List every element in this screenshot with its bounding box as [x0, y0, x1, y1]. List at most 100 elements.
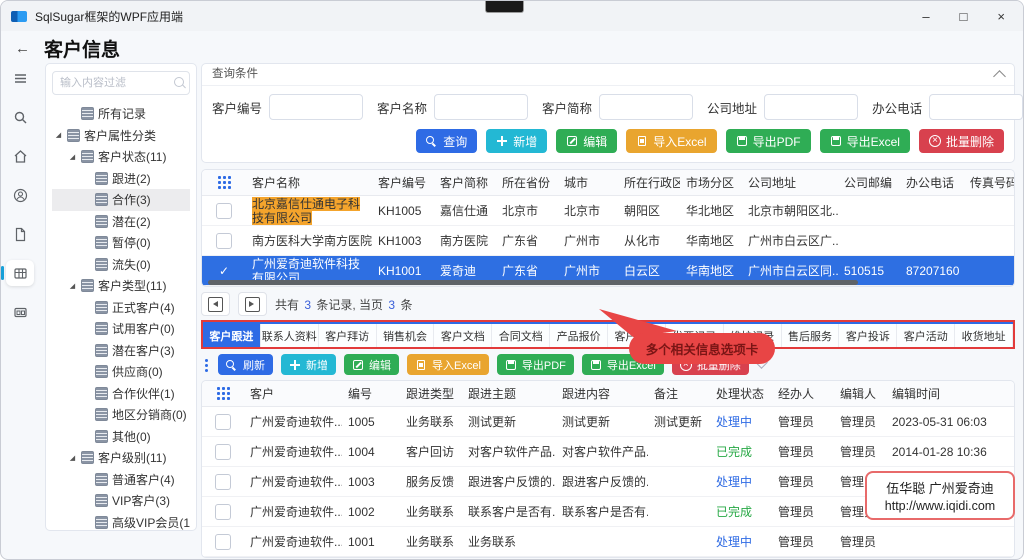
expander-open-icon[interactable]: ◢ — [68, 282, 77, 290]
table-row[interactable]: 广州爱奇迪软件... 1004 客户回访 对客户软件产品... 对客户软件产品... 已完… — [202, 437, 1014, 467]
column-header[interactable]: 所在行政区 — [618, 174, 680, 191]
horizontal-scrollbar[interactable] — [208, 280, 858, 285]
tree-filter-input[interactable] — [52, 71, 190, 95]
expander-open-icon[interactable]: ◢ — [68, 153, 77, 161]
column-header[interactable]: 城市 — [558, 174, 618, 191]
row-checkbox[interactable] — [216, 232, 232, 249]
back-arrow-icon[interactable]: ← — [15, 40, 30, 57]
tree-item[interactable]: 所有记录 — [52, 103, 190, 125]
column-header[interactable]: 办公电话 — [900, 174, 964, 191]
drag-dots-icon[interactable] — [205, 359, 208, 362]
account-icon[interactable] — [6, 182, 34, 208]
row-checkbox[interactable] — [215, 413, 231, 430]
field-input-3[interactable] — [599, 94, 694, 120]
column-header[interactable]: 备注 — [648, 385, 710, 402]
column-header[interactable]: 传真号码 — [964, 174, 1014, 191]
tree-item[interactable]: ◢ 客户状态(11) — [52, 146, 190, 168]
home-icon[interactable] — [6, 143, 34, 169]
search-button[interactable]: 查询 — [416, 129, 478, 153]
column-header[interactable]: 跟进类型 — [400, 385, 462, 402]
export-pdf-button[interactable]: 导出PDF — [496, 354, 574, 375]
expander-open-icon[interactable]: ◢ — [54, 131, 63, 139]
row-check-icon[interactable]: ✓ — [219, 264, 229, 278]
tab-6[interactable]: 合同文档 — [492, 324, 551, 347]
tree-item[interactable]: 潜在客户(3) — [52, 340, 190, 362]
tab-1[interactable]: 客户跟进 — [203, 324, 261, 347]
search-icon[interactable] — [6, 104, 34, 130]
table-row[interactable]: 北京嘉信仕通电子科技有限公司 KH1005 嘉信仕通 北京市 北京市 朝阳区 华北地区 北京市… — [202, 196, 1014, 226]
column-header[interactable]: 跟进主题 — [462, 385, 556, 402]
tree-item[interactable]: 高级VIP会员(1) — [52, 512, 190, 531]
column-header[interactable]: 客户名称 — [246, 174, 372, 191]
row-checkbox[interactable] — [215, 473, 231, 490]
column-header[interactable]: 处理状态 — [710, 385, 772, 402]
column-header[interactable]: 编辑人 — [834, 385, 886, 402]
tree-item[interactable]: 普通客户(4) — [52, 469, 190, 491]
row-checkbox[interactable] — [216, 202, 232, 219]
add-button[interactable]: 新增 — [486, 129, 548, 153]
tree-item[interactable]: 供应商(0) — [52, 361, 190, 383]
column-header[interactable]: 编辑时间 — [886, 385, 1006, 402]
column-header[interactable]: 经办人 — [772, 385, 834, 402]
tree-item[interactable]: 跟进(2) — [52, 168, 190, 190]
customers-module-icon[interactable] — [1, 260, 34, 286]
column-header[interactable]: 市场分区 — [680, 174, 742, 191]
tab-2[interactable]: 联系人资料 — [260, 324, 319, 347]
field-input-4[interactable] — [764, 94, 859, 120]
tab-5[interactable]: 客户文档 — [434, 324, 493, 347]
menu-hamburger-icon[interactable] — [6, 65, 34, 91]
tree-item[interactable]: ◢ 客户类型(11) — [52, 275, 190, 297]
field-input-5[interactable] — [929, 94, 1023, 120]
tree-item[interactable]: 潜在(2) — [52, 211, 190, 233]
tab-3[interactable]: 客户拜访 — [318, 324, 377, 347]
tab-13[interactable]: 客户活动 — [897, 324, 956, 347]
expander-open-icon[interactable]: ◢ — [68, 454, 77, 462]
table-row[interactable]: 广州爱奇迪软件... 1005 业务联系 测试更新 测试更新 测试更新 处理中 管理员 管理员 2… — [202, 407, 1014, 437]
first-page-button[interactable] — [201, 292, 230, 316]
maximize-button[interactable]: □ — [960, 9, 968, 24]
tree-item[interactable]: 合作(3) — [52, 189, 190, 211]
import-excel-button[interactable]: 导入Excel — [407, 354, 489, 375]
column-chooser[interactable] — [202, 176, 246, 189]
tree-item[interactable]: 正式客户(4) — [52, 297, 190, 319]
collapse-chevron-icon[interactable] — [993, 70, 1006, 83]
export-excel-button[interactable]: 导出Excel — [819, 129, 910, 153]
tree-item[interactable]: 暂停(0) — [52, 232, 190, 254]
column-header[interactable]: 客户简称 — [434, 174, 496, 191]
tree-item[interactable]: 其他(0) — [52, 426, 190, 448]
export-pdf-button[interactable]: 导出PDF — [725, 129, 811, 153]
tab-4[interactable]: 销售机会 — [376, 324, 435, 347]
column-header[interactable]: 所在省份 — [496, 174, 558, 191]
tree-item[interactable]: 流失(0) — [52, 254, 190, 276]
edit-button[interactable]: 编辑 — [344, 354, 399, 375]
column-header[interactable]: 公司邮编 — [838, 174, 900, 191]
tree-item[interactable]: ◢ 客户属性分类 — [52, 125, 190, 147]
column-header[interactable]: 客户 — [244, 385, 342, 402]
column-header[interactable]: 客户编号 — [372, 174, 434, 191]
tab-11[interactable]: 售后服务 — [781, 324, 840, 347]
modules-grid-icon[interactable] — [6, 299, 34, 325]
column-header[interactable]: 跟进内容 — [556, 385, 648, 402]
edit-button[interactable]: 编辑 — [556, 129, 618, 153]
document-icon[interactable] — [6, 221, 34, 247]
column-chooser[interactable] — [202, 387, 244, 400]
tree-item[interactable]: 合作伙伴(1) — [52, 383, 190, 405]
add-button[interactable]: 新增 — [281, 354, 336, 375]
row-checkbox[interactable] — [215, 533, 231, 550]
table-row[interactable]: 南方医科大学南方医院 KH1003 南方医院 广东省 广州市 从化市 华南地区 广州市白云区广… — [202, 226, 1014, 256]
table-row[interactable]: 广州爱奇迪软件... 1001 业务联系 业务联系 处理中 管理员 管理员 — [202, 527, 1014, 557]
import-excel-button[interactable]: 导入Excel — [626, 129, 717, 153]
tree-item[interactable]: ◢ 客户级别(11) — [52, 447, 190, 469]
field-input-1[interactable] — [269, 94, 364, 120]
row-checkbox[interactable] — [215, 443, 231, 460]
row-checkbox[interactable] — [215, 503, 231, 520]
tab-14[interactable]: 收货地址 — [955, 324, 1014, 347]
batch-delete-button[interactable]: 批量删除 — [918, 129, 1004, 153]
tree-item[interactable]: VIP客户(3) — [52, 490, 190, 512]
field-input-2[interactable] — [434, 94, 529, 120]
last-page-button[interactable] — [238, 292, 267, 316]
close-button[interactable]: × — [997, 9, 1005, 24]
column-header[interactable]: 编号 — [342, 385, 400, 402]
minimize-button[interactable]: – — [922, 9, 929, 24]
tab-12[interactable]: 客户投诉 — [839, 324, 898, 347]
